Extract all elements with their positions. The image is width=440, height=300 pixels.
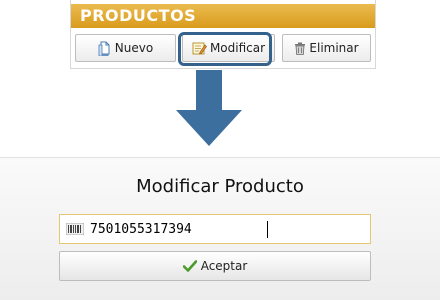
down-arrow-icon — [176, 70, 242, 146]
aceptar-label: Aceptar — [200, 259, 248, 273]
productos-panel: PRODUCTOS Nuevo Modificar Eliminar — [70, 0, 376, 69]
screenshot-stage: PRODUCTOS Nuevo Modificar Eliminar Modif… — [0, 0, 440, 300]
modificar-button[interactable]: Modificar — [182, 34, 275, 62]
edit-icon — [192, 41, 207, 55]
eliminar-label: Eliminar — [309, 41, 359, 55]
nuevo-label: Nuevo — [114, 41, 154, 55]
product-code-input[interactable] — [90, 221, 350, 237]
checkmark-icon — [182, 260, 197, 272]
product-code-field[interactable] — [59, 214, 371, 244]
new-document-icon — [98, 41, 112, 56]
modificar-label: Modificar — [209, 41, 266, 55]
dialog-title: Modificar Producto — [136, 176, 304, 197]
eliminar-button[interactable]: Eliminar — [282, 34, 371, 62]
aceptar-button[interactable]: Aceptar — [59, 251, 371, 281]
barcode-icon — [66, 223, 84, 235]
modificar-producto-dialog: Modificar Producto 7501055317394 Aceptar — [0, 157, 440, 300]
panel-title: PRODUCTOS — [80, 6, 197, 25]
nuevo-button[interactable]: Nuevo — [75, 34, 176, 62]
text-cursor — [267, 221, 268, 238]
trash-icon — [294, 42, 306, 55]
panel-header: PRODUCTOS — [71, 4, 375, 28]
